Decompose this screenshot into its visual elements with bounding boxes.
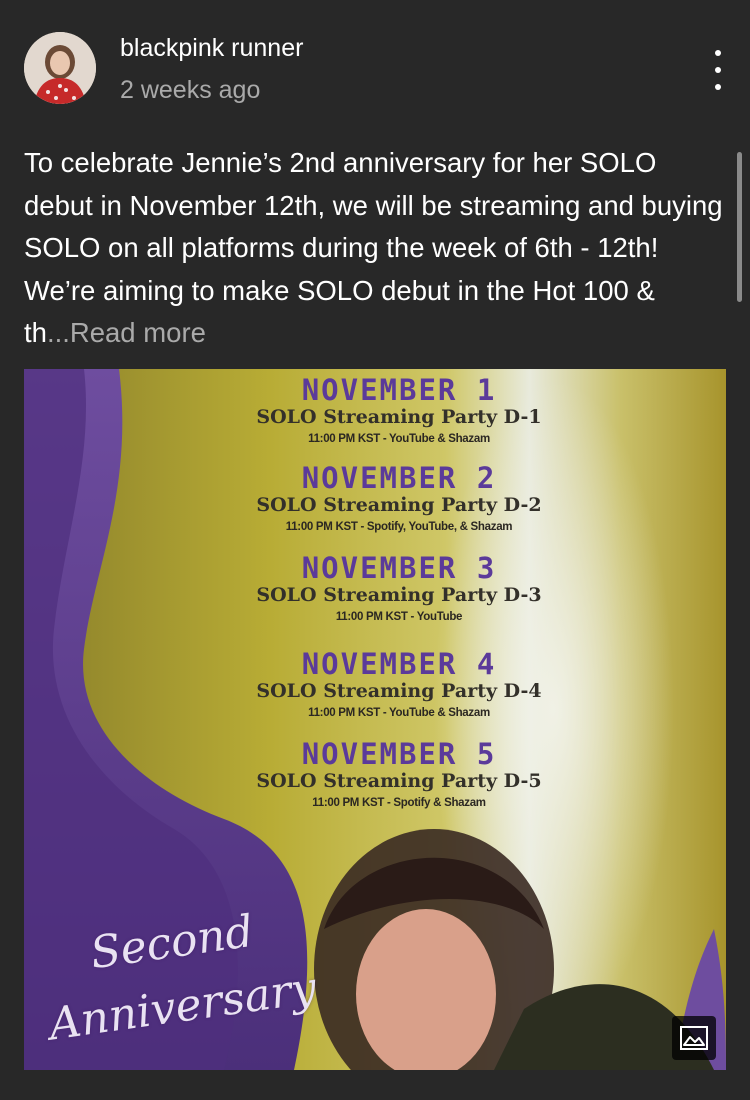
schedule-item: NOVEMBER 5 SOLO Streaming Party D-5 11:0… [219,739,579,813]
image-icon[interactable] [672,1016,716,1060]
schedule-item: NOVEMBER 3 SOLO Streaming Party D-3 11:0… [219,553,579,627]
post-time: 2 weeks ago [120,76,261,104]
event-detail: 11:00 PM KST - Spotify & Shazam [312,797,486,809]
community-post: blackpink runner 2 weeks ago To celebrat… [0,0,750,1100]
event-date: NOVEMBER 4 [301,647,497,681]
event-detail: 11:00 PM KST - YouTube & Shazam [308,433,490,445]
more-vert-icon[interactable] [708,50,728,90]
avatar[interactable] [24,32,96,104]
event-detail: 11:00 PM KST - YouTube & Shazam [308,707,490,719]
post-image[interactable]: NOVEMBER 1 SOLO Streaming Party D-1 11:0… [24,369,726,1070]
event-title: SOLO Streaming Party D-3 [256,584,542,606]
schedule-item: NOVEMBER 1 SOLO Streaming Party D-1 11:0… [219,375,579,449]
event-date: NOVEMBER 2 [301,461,497,495]
schedule-item: NOVEMBER 4 SOLO Streaming Party D-4 11:0… [219,649,579,723]
event-detail: 11:00 PM KST - Spotify, YouTube, & Shaza… [285,521,513,533]
event-detail: 11:00 PM KST - YouTube [335,611,463,623]
scrollbar[interactable] [737,152,742,302]
event-title: SOLO Streaming Party D-2 [256,494,542,516]
event-date: NOVEMBER 3 [301,551,497,585]
event-title: SOLO Streaming Party D-1 [256,406,542,428]
author-name[interactable]: blackpink runner [120,34,303,63]
event-title: SOLO Streaming Party D-4 [256,680,542,702]
event-title: SOLO Streaming Party D-5 [256,770,542,792]
post-text: To celebrate Jennie’s 2nd anniversary fo… [24,142,724,355]
schedule-item: NOVEMBER 2 SOLO Streaming Party D-2 11:0… [219,463,579,537]
read-more-link[interactable]: ...Read more [47,317,206,348]
event-date: NOVEMBER 5 [301,737,497,771]
event-date: NOVEMBER 1 [301,373,497,407]
